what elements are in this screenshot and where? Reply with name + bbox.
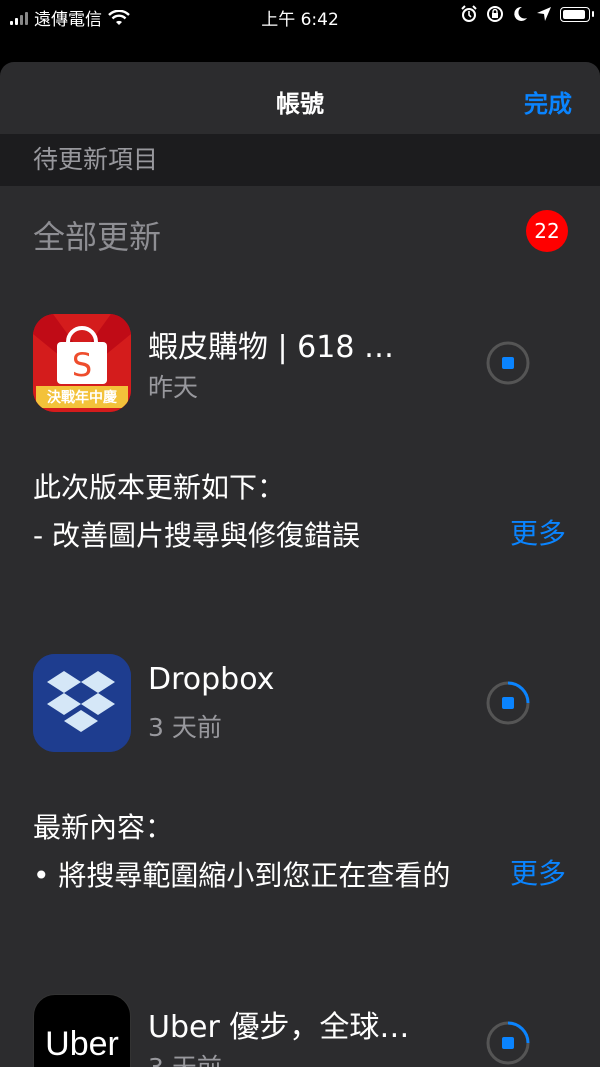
update-all-button[interactable]: 全部更新: [33, 212, 161, 258]
download-progress-stop-button[interactable]: [486, 1021, 530, 1065]
uber-icon-wordmark: Uber: [45, 1025, 119, 1063]
app-name: 蝦皮購物 | 618 …: [148, 330, 394, 365]
battery-icon: [560, 6, 594, 22]
shopee-icon-banner-text: 決戰年中慶: [47, 390, 117, 406]
app-row-uber[interactable]: Uber Uber 優步，全球… 3 天前: [0, 994, 600, 1067]
svg-text:S: S: [72, 346, 92, 384]
location-icon: [537, 7, 551, 21]
status-bar: 遠傳電信 上午 6:42: [0, 0, 600, 34]
app-name: Uber 優步，全球…: [148, 1010, 410, 1045]
page-title: 帳號: [276, 90, 324, 118]
app-row-shopee[interactable]: S 決戰年中慶 蝦皮購物 | 618 … 昨天: [0, 314, 600, 434]
app-date: 3 天前: [148, 1048, 222, 1067]
update-all-row: 全部更新 22: [0, 186, 600, 276]
status-bar-right: [460, 5, 594, 23]
app-row-dropbox[interactable]: Dropbox 3 天前: [0, 654, 600, 774]
rotation-lock-icon: [487, 6, 503, 22]
shopee-app-icon[interactable]: S 決戰年中慶: [33, 314, 131, 412]
release-notes-line: 最新內容：: [33, 811, 174, 844]
release-notes-shopee: 此次版本更新如下： - 改善圖片搜尋與修復錯誤 更多: [0, 466, 600, 586]
release-notes-line: • 將搜尋範圍縮小到您正在查看的: [33, 859, 451, 892]
app-date: 3 天前: [148, 713, 222, 742]
app-name: Dropbox: [148, 662, 275, 697]
done-button[interactable]: 完成: [524, 84, 572, 119]
download-progress-stop-button[interactable]: [486, 681, 530, 725]
app-date: 昨天: [148, 373, 199, 402]
nav-bar: 帳號 完成: [0, 62, 600, 134]
pending-updates-header: 待更新項目: [0, 134, 600, 186]
more-link[interactable]: 更多: [510, 512, 566, 552]
pending-count-badge: 22: [526, 210, 568, 252]
download-progress-stop-button[interactable]: [486, 341, 530, 385]
more-link[interactable]: 更多: [510, 852, 566, 892]
release-notes-line: - 改善圖片搜尋與修復錯誤: [33, 519, 361, 552]
do-not-disturb-icon: [514, 6, 527, 21]
release-notes-dropbox: 最新內容： • 將搜尋範圍縮小到您正在查看的 更多: [0, 806, 600, 926]
dropbox-app-icon[interactable]: [33, 654, 131, 752]
release-notes-line: 此次版本更新如下：: [33, 471, 286, 504]
account-sheet: 帳號 完成 待更新項目 全部更新 22 S 決戰年中慶 蝦皮購物 | 618 ……: [0, 62, 600, 1067]
alarm-icon: [461, 5, 477, 22]
uber-app-icon[interactable]: Uber: [33, 994, 131, 1067]
